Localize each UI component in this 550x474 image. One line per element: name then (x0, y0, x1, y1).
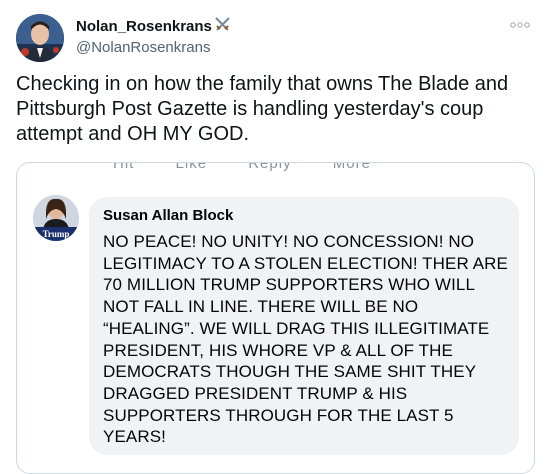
cropped-action-bar: Hit Like Reply More (17, 163, 534, 177)
cropped-action-more: More (332, 163, 371, 172)
cropped-action-hit: Hit (113, 163, 135, 172)
more-options-icon[interactable] (508, 18, 532, 30)
tweet-text: Checking in on how the family that owns … (16, 73, 509, 145)
author-avatar[interactable] (16, 14, 64, 62)
cropped-action-reply: Reply (248, 163, 292, 172)
author-handle[interactable]: @NolanRosenkrans (76, 38, 231, 57)
cropped-action-like: Like (175, 163, 208, 172)
tweet-author: Nolan_Rosenkrans @NolanRosenkrans (76, 16, 231, 57)
crossed-swords-icon (214, 16, 231, 38)
tweet-media[interactable]: Hit Like Reply More Trump Susan Allan Bl… (16, 162, 535, 474)
comment-bubble: Susan Allan Block NO PEACE! NO UNITY! NO… (89, 197, 519, 455)
comment-text: NO PEACE! NO UNITY! NO CONCESSION! NO LE… (103, 232, 508, 447)
commenter-avatar-text: Trump (43, 229, 70, 239)
avatar-photo (16, 14, 64, 62)
author-name[interactable]: Nolan_Rosenkrans (76, 18, 212, 35)
commenter-name: Susan Allan Block (103, 207, 234, 224)
commenter-avatar: Trump (33, 195, 79, 241)
tweet: Nolan_Rosenkrans @NolanRosenkrans Checki… (0, 0, 550, 474)
